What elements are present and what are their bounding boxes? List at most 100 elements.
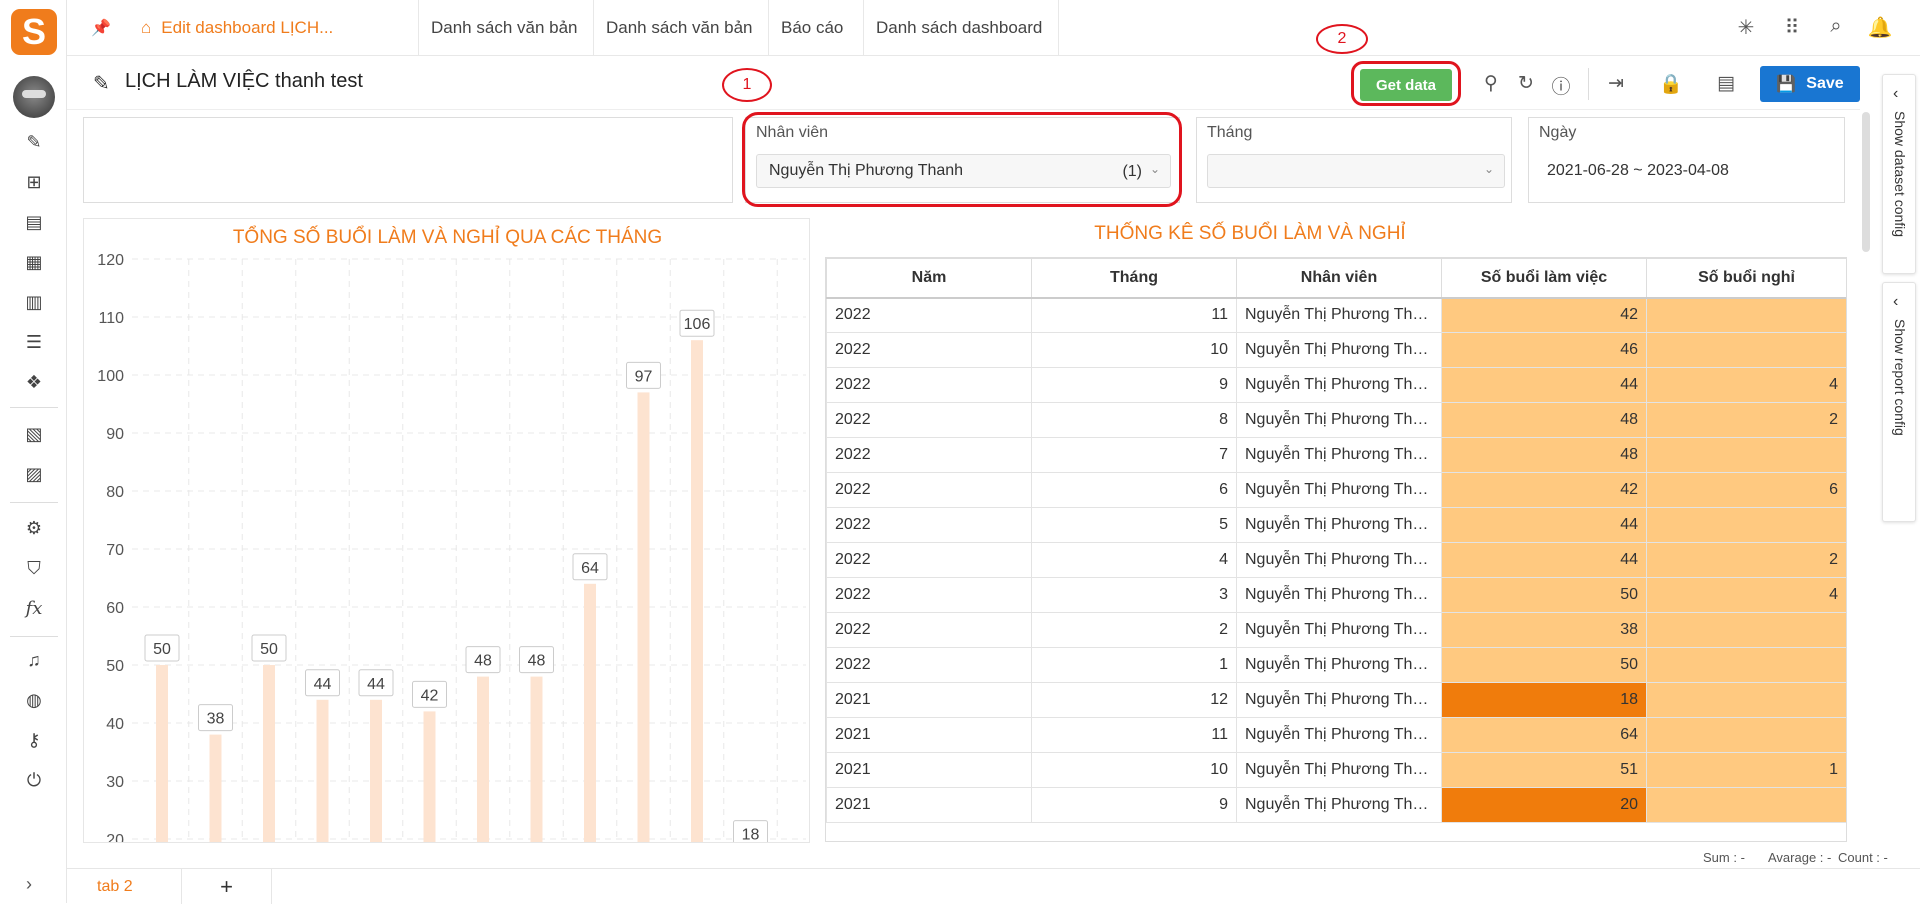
table-cell: 2 <box>1646 542 1846 578</box>
widgets-icon[interactable]: ❖ <box>22 370 46 394</box>
org-chart-icon[interactable]: ⊞ <box>22 170 46 194</box>
dashboard-icon[interactable]: ▦ <box>22 250 46 274</box>
tab-label: Danh sách văn bản <box>606 18 753 37</box>
plug-icon[interactable]: ⏻ <box>22 768 46 792</box>
table-row[interactable]: 2022 7 Nguyễn Thị Phương Tha... 48 <box>826 437 1846 473</box>
report-view-icon[interactable]: ▧ <box>22 422 46 446</box>
data-label: 50 <box>153 641 171 658</box>
lock-icon[interactable]: 🔒 <box>1658 72 1684 96</box>
table-cell: 48 <box>1441 437 1647 473</box>
pin-icon[interactable]: 📌 <box>91 18 111 38</box>
table-cell: 11 <box>1031 297 1237 333</box>
add-tab-button[interactable]: + <box>182 869 272 904</box>
data-label: 42 <box>421 687 439 704</box>
tab-danh-sach-van-ban-1[interactable]: Danh sách văn bản <box>419 0 594 56</box>
table-row[interactable]: 2021 9 Nguyễn Thị Phương Tha... 20 <box>826 787 1846 823</box>
date-range-input[interactable]: 2021-06-28 ~ 2023-04-08 <box>1547 162 1729 180</box>
table-row[interactable]: 2022 10 Nguyễn Thị Phương Tha... 46 <box>826 332 1846 368</box>
table-cell: 51 <box>1441 752 1647 788</box>
table-cell: 10 <box>1031 752 1237 788</box>
edit-doc-icon[interactable]: ✎ <box>22 130 46 154</box>
function-icon[interactable]: fx <box>22 596 46 620</box>
bar-chart-card: 20 30 40 50 60 70 80 90 100 110 120 50 38 50 44 44 42 48 4… <box>83 218 810 843</box>
expand-sidebar-icon[interactable]: › <box>26 874 32 895</box>
table-row[interactable]: 2022 6 Nguyễn Thị Phương Tha... 42 6 <box>826 472 1846 508</box>
vertical-scrollbar[interactable] <box>1862 112 1870 252</box>
info-icon[interactable]: ⓘ <box>1548 72 1574 99</box>
table-row[interactable]: 2022 11 Nguyễn Thị Phương Tha... 42 <box>826 297 1846 333</box>
table-cell: 3 <box>1031 577 1237 613</box>
sparkle-icon[interactable]: ✳ <box>1733 15 1759 40</box>
bell-icon[interactable]: 🔔 <box>1867 15 1893 40</box>
column-header[interactable]: Số buổi làm việc <box>1441 258 1647 299</box>
user-avatar[interactable] <box>13 76 55 118</box>
table-row[interactable]: 2022 8 Nguyễn Thị Phương Tha... 48 2 <box>826 402 1846 438</box>
data-label: 97 <box>635 368 653 385</box>
table-cell <box>1646 787 1846 823</box>
table-cell: 11 <box>1031 717 1237 753</box>
bottom-tab-2[interactable]: tab 2 <box>67 869 182 904</box>
table-row[interactable]: 2022 5 Nguyễn Thị Phương Tha... 44 <box>826 507 1846 543</box>
table-row[interactable]: 2021 12 Nguyễn Thị Phương Tha... 18 <box>826 682 1846 718</box>
report-config-label: Show report config <box>1892 319 1908 436</box>
table-row[interactable]: 2022 9 Nguyễn Thị Phương Tha... 44 4 <box>826 367 1846 403</box>
notification-settings-icon[interactable]: ♫ <box>22 648 46 672</box>
column-header[interactable]: Nhân viên <box>1236 258 1442 299</box>
table-row[interactable]: 2021 11 Nguyễn Thị Phương Tha... 64 <box>826 717 1846 753</box>
shield-icon[interactable]: ⛉ <box>22 556 46 580</box>
tab-edit-dashboard[interactable]: ⌂ Edit dashboard LỊCH... <box>129 0 419 56</box>
save-button[interactable]: 💾 Save <box>1760 66 1860 102</box>
pencil-icon[interactable]: ✎ <box>93 71 110 96</box>
average-label: Avarage : - <box>1768 850 1832 865</box>
apps-grid-icon[interactable]: ⠿ <box>1779 15 1805 40</box>
table-row[interactable]: 2022 3 Nguyễn Thị Phương Tha... 50 4 <box>826 577 1846 613</box>
search-icon[interactable]: ⌕ <box>1823 15 1849 38</box>
tab-bao-cao[interactable]: Báo cáo <box>769 0 864 56</box>
table-cell: Nguyễn Thị Phương Tha... <box>1236 787 1442 823</box>
column-header[interactable]: Số buổi nghỉ <box>1646 258 1846 299</box>
import-icon[interactable]: ⇥ <box>1603 72 1629 95</box>
refresh-icon[interactable]: ↻ <box>1513 72 1539 95</box>
filter-icon[interactable]: ⚲ <box>1478 72 1504 95</box>
table-row[interactable]: 2022 1 Nguyễn Thị Phương Tha... 50 <box>826 647 1846 683</box>
show-dataset-config-tab[interactable]: ‹ Show dataset config <box>1882 74 1916 274</box>
table-cell: 2 <box>1646 402 1846 438</box>
sidebar-divider <box>10 502 58 503</box>
globe-icon[interactable]: ◍ <box>22 688 46 712</box>
dataset-config-label: Show dataset config <box>1892 111 1908 238</box>
tab-danh-sach-van-ban-2[interactable]: Danh sách văn bản <box>594 0 769 56</box>
table-row[interactable]: 2021 10 Nguyễn Thị Phương Tha... 51 1 <box>826 752 1846 788</box>
thang-select[interactable]: ⌄ <box>1207 154 1505 188</box>
chevron-left-icon: ‹ <box>1893 293 1899 310</box>
column-header[interactable]: Năm <box>826 258 1032 299</box>
get-data-button[interactable]: Get data <box>1360 69 1452 101</box>
table-cell: Nguyễn Thị Phương Tha... <box>1236 682 1442 718</box>
file-settings-icon[interactable]: ▨ <box>22 462 46 486</box>
filter-label: Ngày <box>1539 124 1577 141</box>
dashboard-header: ✎ LỊCH LÀM VIỆC thanh test <box>67 56 1860 110</box>
count-label: Count : - <box>1838 850 1888 865</box>
export-icon[interactable]: ▤ <box>1713 72 1739 95</box>
calculator-icon[interactable]: ▥ <box>22 290 46 314</box>
app-logo[interactable]: S <box>11 9 57 55</box>
document-edit-icon[interactable]: ▤ <box>22 210 46 234</box>
user-key-icon[interactable]: ⚷ <box>22 728 46 752</box>
table-row[interactable]: 2022 4 Nguyễn Thị Phương Tha... 44 2 <box>826 542 1846 578</box>
user-settings-icon[interactable]: ⚙ <box>22 516 46 540</box>
table-cell: 2022 <box>826 612 1032 648</box>
table-cell: 20 <box>1441 787 1647 823</box>
table-cell: 44 <box>1441 507 1647 543</box>
list-icon[interactable]: ☰ <box>22 330 46 354</box>
bar <box>370 699 382 842</box>
table-cell: 1 <box>1031 647 1237 683</box>
table-row[interactable]: 2022 2 Nguyễn Thị Phương Tha... 38 <box>826 612 1846 648</box>
table-cell: Nguyễn Thị Phương Tha... <box>1236 297 1442 333</box>
column-header[interactable]: Tháng <box>1031 258 1237 299</box>
table-cell: 42 <box>1441 472 1647 508</box>
home-icon: ⌂ <box>141 18 152 37</box>
tab-danh-sach-dashboard[interactable]: Danh sách dashboard <box>864 0 1059 56</box>
show-report-config-tab[interactable]: ‹ Show report config <box>1882 282 1916 522</box>
annotation-get-data-box: Get data <box>1351 61 1461 106</box>
data-label: 106 <box>684 316 711 333</box>
chevron-down-icon: ⌄ <box>1483 162 1494 176</box>
